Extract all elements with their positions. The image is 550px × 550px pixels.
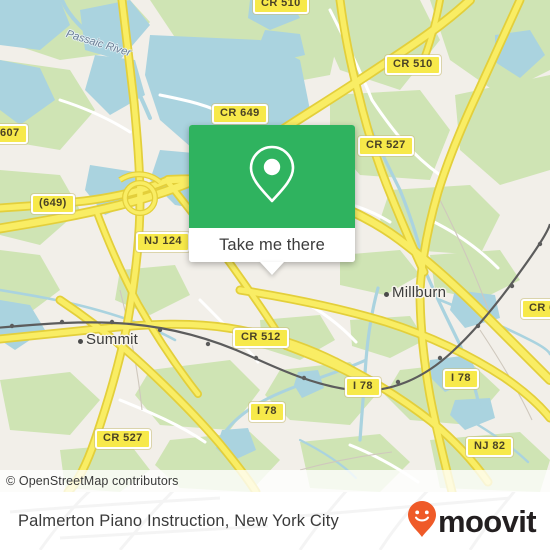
road-shield[interactable]: I 78 — [345, 377, 381, 397]
road-shield[interactable]: CR 649 — [212, 104, 268, 124]
road-shield[interactable]: CR 527 — [358, 136, 414, 156]
place-marker-dot — [78, 339, 83, 344]
road-shield[interactable]: CR 510 — [385, 55, 441, 75]
popup-action-bar[interactable]: Take me there — [189, 228, 355, 262]
moovit-smiley-pin-icon — [407, 500, 437, 543]
osm-attribution[interactable]: © OpenStreetMap contributors — [0, 470, 550, 492]
place-label-summit[interactable]: Summit — [86, 331, 138, 348]
popup-icon-panel — [189, 125, 355, 228]
road-shield[interactable]: CR 510 — [253, 0, 309, 14]
road-shield[interactable]: CR 512 — [233, 328, 289, 348]
take-me-there-popup[interactable]: Take me there — [189, 125, 355, 275]
page-title: Palmerton Piano Instruction, New York Ci… — [18, 511, 339, 530]
moovit-logo[interactable]: moovit — [407, 500, 537, 543]
road-shield[interactable]: I 78 — [249, 402, 285, 422]
footer-bar: Palmerton Piano Instruction, New York Ci… — [0, 492, 550, 550]
road-shield[interactable]: 607 — [0, 124, 28, 144]
road-shield[interactable]: NJ 124 — [136, 232, 190, 252]
place-marker-dot — [384, 292, 389, 297]
popup-pointer-tail — [260, 262, 284, 275]
road-shield[interactable]: (649) — [31, 194, 75, 214]
road-shield[interactable]: NJ 82 — [466, 437, 514, 457]
place-label-millburn[interactable]: Millburn — [392, 284, 446, 301]
map-pin-icon — [248, 144, 296, 209]
moovit-wordmark: moovit — [437, 503, 537, 539]
road-shield[interactable]: CR 6 — [521, 299, 550, 319]
road-shield[interactable]: CR 527 — [95, 429, 151, 449]
take-me-there-label[interactable]: Take me there — [219, 236, 325, 255]
road-shield[interactable]: I 78 — [443, 369, 479, 389]
screenshot-root: CR 510 CR 510 CR 649 CR 527 607 (649) NJ… — [0, 0, 550, 550]
